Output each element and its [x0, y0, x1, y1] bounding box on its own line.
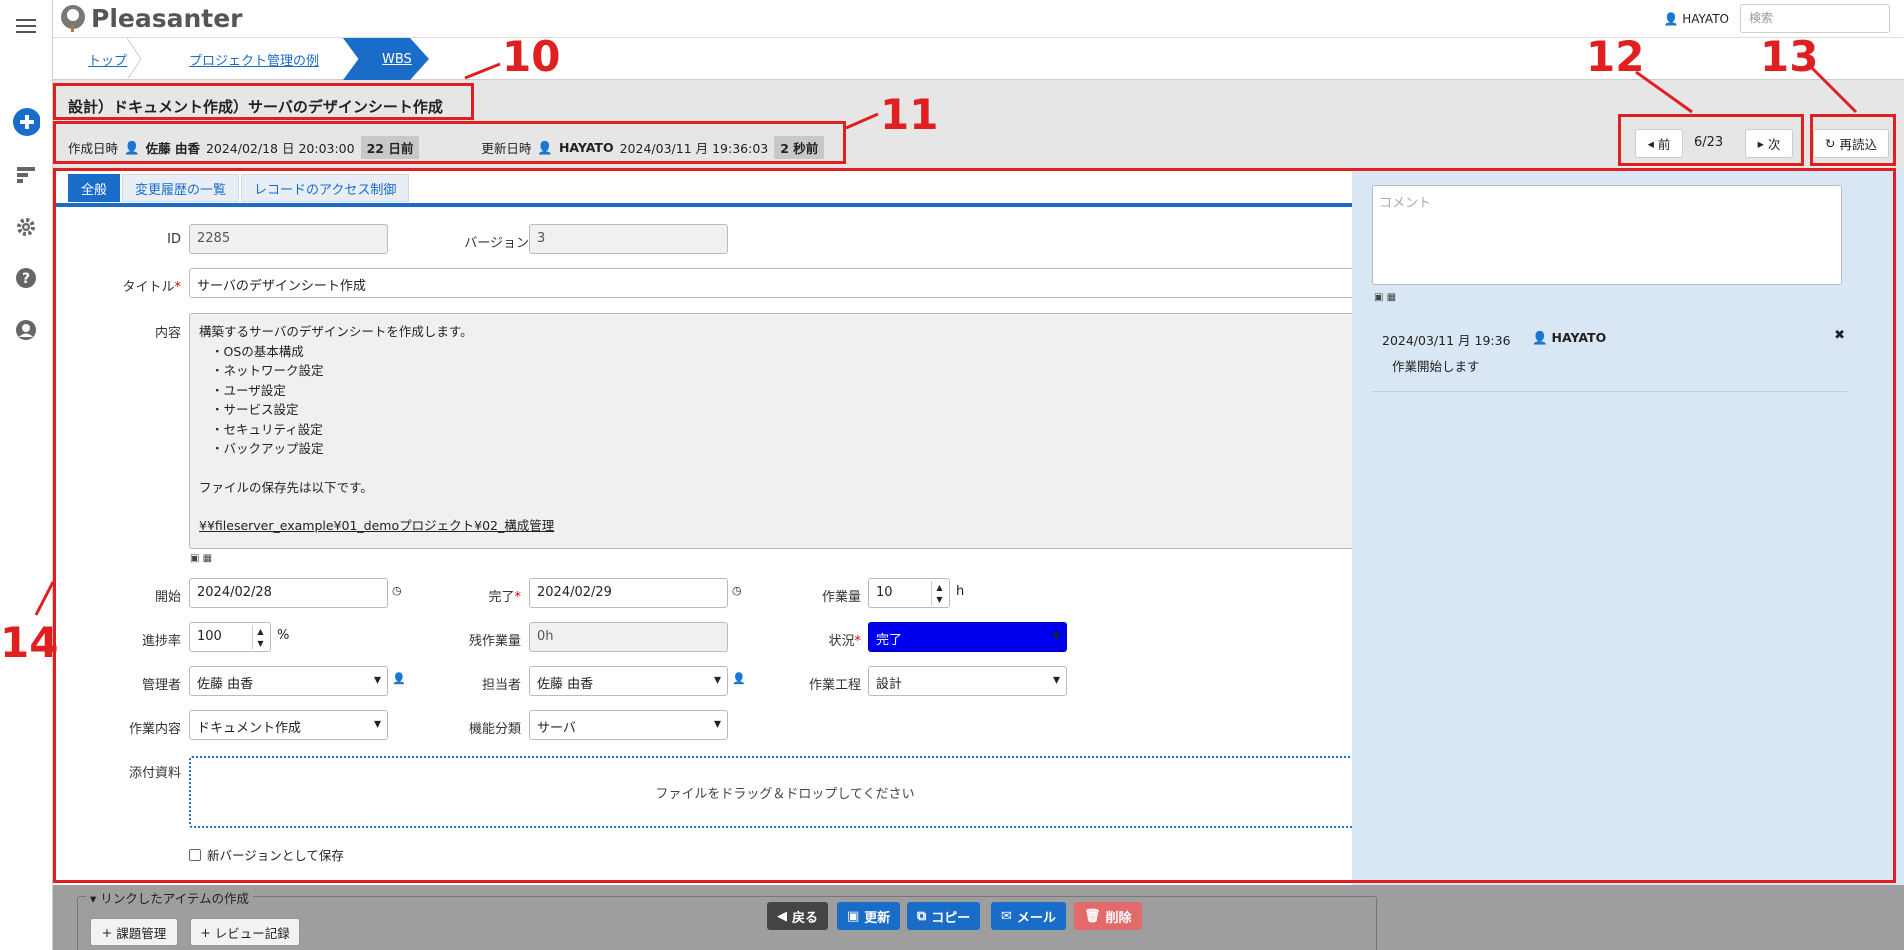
annotation-11: 11	[880, 90, 939, 139]
annotation-14: 14	[0, 618, 59, 667]
annotation-12: 12	[1586, 32, 1645, 81]
annotation-13: 13	[1760, 32, 1819, 81]
annotation-10: 10	[502, 32, 561, 81]
annotation-leader-lines	[34, 62, 1858, 616]
